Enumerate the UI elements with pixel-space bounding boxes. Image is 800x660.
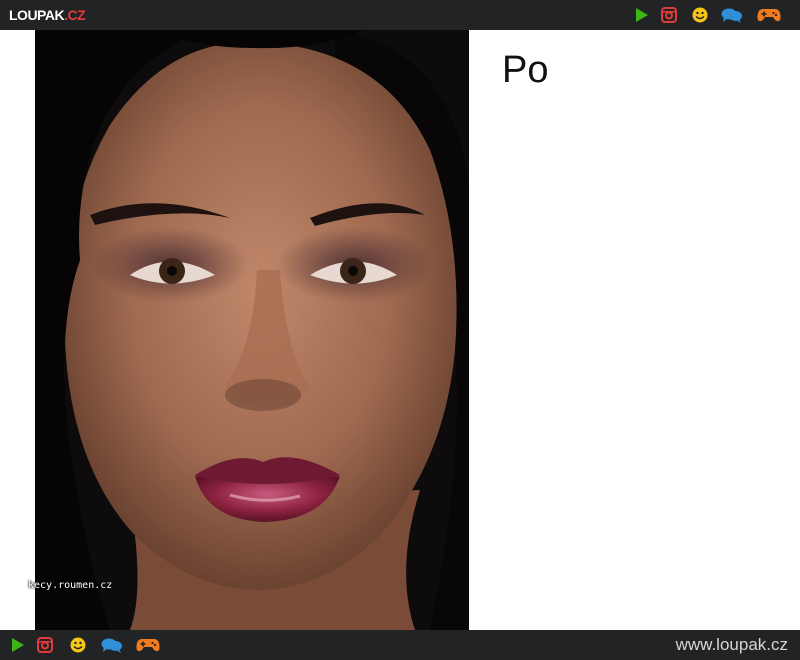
chat-icon[interactable] bbox=[101, 636, 123, 654]
site-logo[interactable]: LOUPAK.CZ bbox=[9, 6, 86, 24]
gamepad-icon[interactable] bbox=[136, 636, 160, 654]
smiley-icon[interactable] bbox=[69, 636, 87, 654]
portrait-image bbox=[35, 30, 469, 630]
play-icon[interactable] bbox=[8, 636, 26, 654]
logo-tld: CZ bbox=[67, 7, 86, 23]
portrait-photo bbox=[35, 30, 469, 630]
photo-watermark: kecy.roumen.cz bbox=[28, 580, 113, 591]
caption-text: Po bbox=[502, 49, 549, 91]
top-bar: LOUPAK.CZ bbox=[0, 0, 800, 30]
site-url[interactable]: www.loupak.cz bbox=[676, 635, 788, 655]
bottom-bar: www.loupak.cz bbox=[0, 630, 800, 660]
chat-icon[interactable] bbox=[721, 6, 743, 24]
logo-text: LOUPAK bbox=[9, 7, 65, 23]
play-icon[interactable] bbox=[632, 6, 650, 24]
top-nav-icons bbox=[632, 0, 792, 30]
bottom-nav-icons bbox=[8, 630, 168, 660]
smiley-icon[interactable] bbox=[691, 6, 709, 24]
instagram-icon[interactable] bbox=[36, 636, 54, 654]
gamepad-icon[interactable] bbox=[757, 6, 781, 24]
instagram-icon[interactable] bbox=[660, 6, 678, 24]
